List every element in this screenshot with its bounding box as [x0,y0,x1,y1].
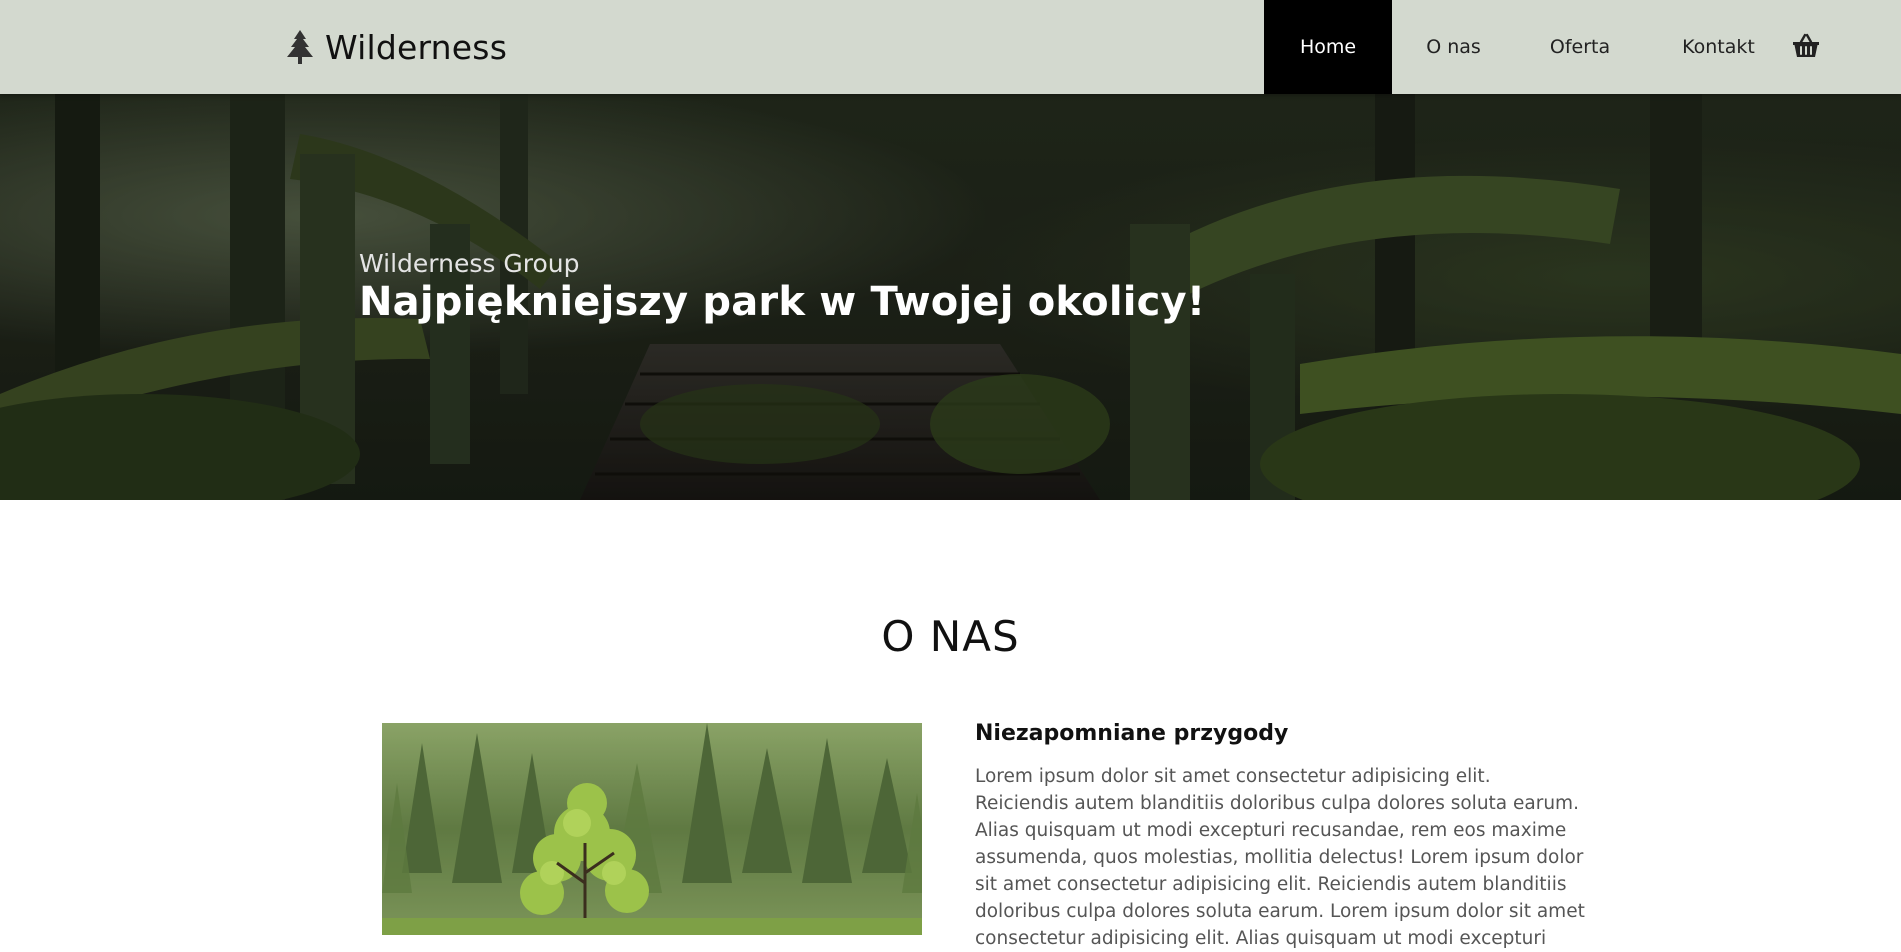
hero-banner: Wilderness Group Najpiękniejszy park w T… [0,94,1901,500]
nav-item-kontakt[interactable]: Kontakt [1645,0,1792,94]
brand-name: Wilderness [325,27,508,67]
site-header: Wilderness Home O nas Oferta Kontakt [0,0,1901,94]
tree-icon [287,30,313,64]
forest-tree-image [382,723,922,935]
nav-item-oferta[interactable]: Oferta [1515,0,1645,94]
hero-title: Najpiękniejszy park w Twojej okolicy! [359,279,1206,325]
about-image [382,723,922,935]
about-heading: O NAS [881,612,1020,661]
nav-item-home[interactable]: Home [1264,0,1392,94]
brand-logo-link[interactable]: Wilderness [285,24,507,70]
hero-subtitle: Wilderness Group [359,249,580,278]
main-nav: Home O nas Oferta Kontakt [1264,0,1792,94]
about-card-text: Lorem ipsum dolor sit amet consectetur a… [975,766,1585,949]
basket-icon[interactable] [1792,33,1820,59]
nav-item-o-nas[interactable]: O nas [1392,0,1515,94]
about-card-title: Niezapomniane przygody [975,721,1289,746]
